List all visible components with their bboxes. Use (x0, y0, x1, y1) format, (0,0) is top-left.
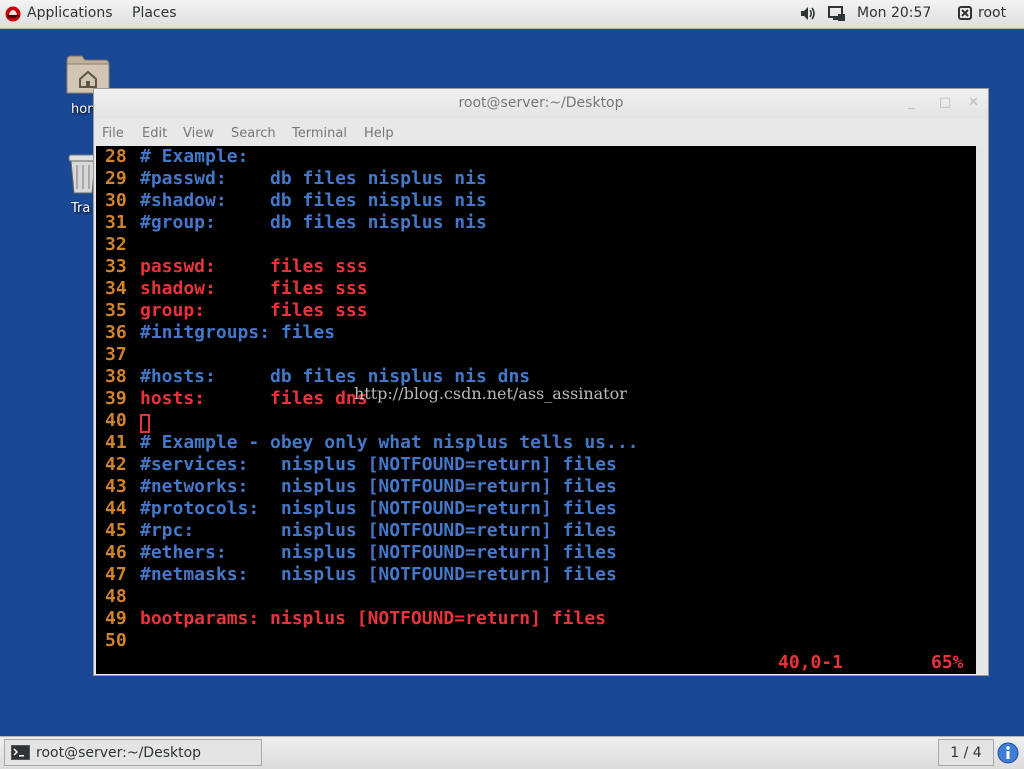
line-number: 42 (105, 454, 127, 475)
close-icon[interactable]: ✕ (968, 95, 979, 110)
menu-file[interactable]: File (102, 126, 124, 141)
line-number: 36 (105, 322, 127, 343)
taskbar-terminal-label: root@server:~/Desktop (36, 745, 202, 761)
line-text: #networks: nisplus [NOTFOUND=return] fil… (140, 476, 617, 497)
minimize-icon[interactable]: _ (908, 95, 915, 110)
line-number: 32 (105, 234, 127, 255)
line-text: passwd: files sss (140, 256, 368, 277)
menu-view[interactable]: View (183, 126, 214, 141)
line-number: 34 (105, 278, 127, 299)
user-menu[interactable]: root (978, 5, 1006, 21)
line-text: #services: nisplus [NOTFOUND=return] fil… (140, 454, 617, 475)
line-number: 49 (105, 608, 127, 629)
line-number: 40 (105, 410, 127, 431)
user-icon[interactable] (958, 6, 972, 20)
line-number: 41 (105, 432, 127, 453)
watermark-text: http://blog.csdn.net/ass_assinator (354, 384, 627, 403)
line-number: 45 (105, 520, 127, 541)
scroll-percent: 65% (931, 652, 964, 673)
line-text: #initgroups: files (140, 322, 336, 343)
info-icon[interactable] (997, 742, 1019, 764)
line-number: 37 (105, 344, 127, 365)
line-number: 39 (105, 388, 127, 409)
menubar: File Edit View Search Terminal Help (94, 119, 988, 145)
terminal-window[interactable]: root@server:~/Desktop _ □ ✕ File Edit Vi… (93, 88, 989, 676)
line-text: #protocols: nisplus [NOTFOUND=return] fi… (140, 498, 617, 519)
applications-menu[interactable]: Applications (27, 5, 113, 21)
cursor-position: 40,0-1 (778, 652, 844, 673)
line-text: bootparams: nisplus [NOTFOUND=return] fi… (140, 608, 606, 629)
line-text: hosts: files dns (140, 388, 368, 409)
line-number: 30 (105, 190, 127, 211)
line-number: 46 (105, 542, 127, 563)
line-text: shadow: files sss (140, 278, 368, 299)
maximize-icon[interactable]: □ (939, 95, 951, 110)
line-number: 38 (105, 366, 127, 387)
line-number: 35 (105, 300, 127, 321)
line-text: #passwd: db files nisplus nis (140, 168, 487, 189)
line-number: 33 (105, 256, 127, 277)
trash-label: Tra (71, 201, 91, 216)
line-text: # Example - obey only what nisplus tells… (140, 432, 639, 453)
text-cursor (140, 414, 150, 433)
line-text: #ethers: nisplus [NOTFOUND=return] files (140, 542, 617, 563)
line-text: #group: db files nisplus nis (140, 212, 487, 233)
menu-search[interactable]: Search (231, 126, 276, 141)
line-number: 29 (105, 168, 127, 189)
line-text: group: files sss (140, 300, 368, 321)
line-text: #shadow: db files nisplus nis (140, 190, 487, 211)
line-number: 31 (105, 212, 127, 233)
top-panel: Applications Places Mon 20:57 root (0, 0, 1024, 29)
line-text: #netmasks: nisplus [NOTFOUND=return] fil… (140, 564, 617, 585)
workspace-indicator[interactable]: 1 / 4 (938, 739, 994, 766)
window-titlebar[interactable]: root@server:~/Desktop _ □ ✕ (94, 89, 988, 119)
workspace-label: 1 / 4 (950, 745, 982, 761)
terminal-icon (11, 745, 30, 760)
line-number: 50 (105, 630, 127, 651)
bottom-panel: root@server:~/Desktop 1 / 4 (0, 736, 1024, 769)
taskbar-terminal-button[interactable]: root@server:~/Desktop (4, 739, 262, 766)
menu-help[interactable]: Help (364, 126, 394, 141)
menu-edit[interactable]: Edit (142, 126, 167, 141)
clock[interactable]: Mon 20:57 (857, 5, 931, 21)
line-number: 28 (105, 146, 127, 167)
redhat-logo-icon[interactable] (5, 6, 21, 22)
line-text: # Example: (140, 146, 249, 167)
menu-terminal[interactable]: Terminal (292, 126, 347, 141)
line-number: 47 (105, 564, 127, 585)
line-number: 48 (105, 586, 127, 607)
places-menu[interactable]: Places (132, 5, 177, 21)
line-number: 43 (105, 476, 127, 497)
volume-icon[interactable] (800, 6, 817, 21)
line-text: #rpc: nisplus [NOTFOUND=return] files (140, 520, 617, 541)
window-title: root@server:~/Desktop (458, 95, 624, 111)
display-icon[interactable] (828, 6, 846, 22)
home-folder-label: hon (71, 102, 96, 117)
terminal-screen[interactable]: 28 # Example: 29 #passwd: db files nisplus … (96, 146, 976, 674)
scrollbar[interactable] (976, 146, 987, 674)
line-number: 44 (105, 498, 127, 519)
